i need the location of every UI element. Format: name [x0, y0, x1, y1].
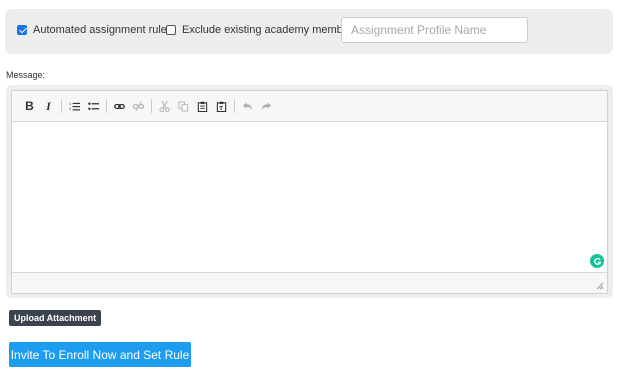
- exclude-members-option[interactable]: Exclude existing academy members: [166, 24, 358, 36]
- message-label: Message:: [6, 70, 46, 80]
- message-body-area[interactable]: [12, 122, 607, 272]
- message-editor: B I 12 T: [11, 90, 608, 294]
- resize-handle-icon[interactable]: [596, 282, 604, 290]
- undo-icon[interactable]: [240, 98, 255, 114]
- link-icon[interactable]: [112, 98, 127, 114]
- paste-text-icon[interactable]: T: [214, 98, 229, 114]
- editor-statusbar: [12, 272, 607, 293]
- assignment-profile-name-input[interactable]: [341, 17, 528, 43]
- svg-text:1: 1: [69, 102, 71, 106]
- paste-icon[interactable]: [195, 98, 210, 114]
- automated-assignment-rule-label: Automated assignment rule: [33, 24, 167, 36]
- toolbar-separator: [151, 99, 152, 113]
- svg-text:T: T: [219, 106, 223, 112]
- cut-icon[interactable]: [157, 98, 172, 114]
- exclude-members-checkbox[interactable]: [166, 25, 176, 35]
- message-editor-frame: B I 12 T: [6, 85, 613, 298]
- editor-toolbar: B I 12 T: [12, 91, 607, 122]
- redo-icon[interactable]: [259, 98, 274, 114]
- exclude-members-label: Exclude existing academy members: [182, 24, 359, 36]
- automated-assignment-rule-checkbox[interactable]: [17, 25, 27, 35]
- copy-icon[interactable]: [176, 98, 191, 114]
- toolbar-separator: [106, 99, 107, 113]
- toolbar-separator: [234, 99, 235, 113]
- assignment-options-bar: Automated assignment rule Exclude existi…: [5, 9, 613, 54]
- svg-text:2: 2: [69, 107, 71, 111]
- bulleted-list-icon[interactable]: [86, 98, 101, 114]
- numbered-list-icon[interactable]: 12: [67, 98, 82, 114]
- automated-assignment-rule-option[interactable]: Automated assignment rule: [17, 24, 167, 36]
- toolbar-separator: [61, 99, 62, 113]
- invite-enroll-button[interactable]: Invite To Enroll Now and Set Rule: [9, 342, 191, 367]
- bold-icon[interactable]: B: [22, 98, 37, 114]
- grammarly-icon[interactable]: [590, 254, 604, 268]
- unlink-icon[interactable]: [131, 98, 146, 114]
- upload-attachment-button[interactable]: Upload Attachment: [9, 310, 102, 326]
- italic-icon[interactable]: I: [41, 98, 56, 114]
